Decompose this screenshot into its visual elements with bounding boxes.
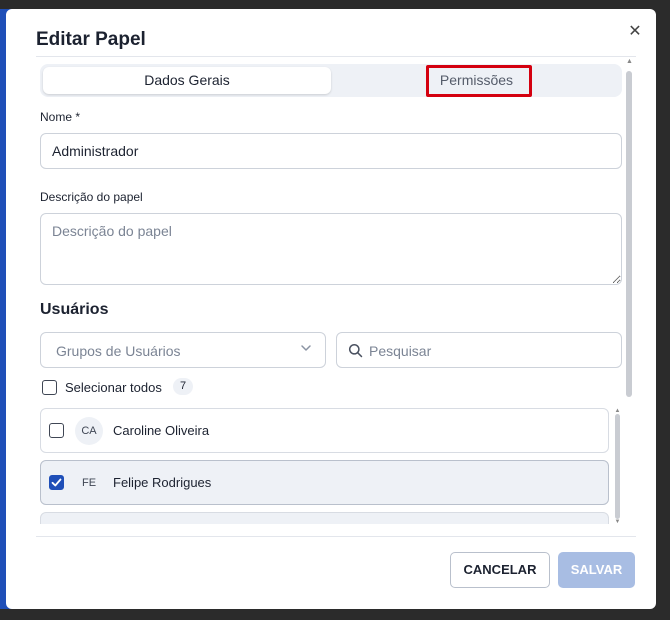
- user-list-scrollbar[interactable]: [615, 414, 620, 519]
- user-list: CA Caroline Oliveira FE Felipe Rodrigues: [40, 408, 610, 524]
- chevron-down-icon: [301, 345, 311, 351]
- description-label: Descrição do papel: [40, 190, 143, 204]
- backdrop: [0, 0, 670, 9]
- user-count-badge: 7: [173, 378, 193, 395]
- close-icon[interactable]: ✕: [626, 23, 644, 41]
- name-input[interactable]: [40, 133, 622, 169]
- select-all-label: Selecionar todos: [65, 380, 162, 395]
- avatar: FE: [81, 477, 97, 489]
- title-divider: [36, 56, 636, 57]
- user-groups-select-value: Grupos de Usuários: [56, 343, 181, 359]
- user-checkbox[interactable]: [49, 423, 64, 438]
- description-textarea[interactable]: [40, 213, 622, 285]
- avatar: [75, 521, 103, 524]
- tab-bar: Dados Gerais Permissões: [40, 64, 622, 97]
- user-name: Felipe Rodrigues: [113, 475, 212, 490]
- users-section-title: Usuários: [40, 301, 109, 318]
- list-item[interactable]: [40, 512, 609, 524]
- edit-role-dialog: Editar Papel ✕ Dados Gerais Permissões ▲…: [6, 9, 656, 609]
- save-button[interactable]: SALVAR: [558, 552, 635, 588]
- dialog-scrollbar[interactable]: [626, 71, 632, 397]
- tab-permissoes[interactable]: Permissões: [334, 67, 619, 94]
- list-item[interactable]: FE Felipe Rodrigues: [40, 460, 609, 505]
- scroll-up-arrow-icon[interactable]: ▲: [626, 58, 633, 65]
- user-search-input[interactable]: [369, 340, 609, 362]
- dialog-title: Editar Papel: [36, 29, 146, 50]
- user-search-box: [336, 332, 622, 368]
- check-icon: [51, 478, 62, 487]
- cancel-button[interactable]: CANCELAR: [450, 552, 550, 588]
- user-checkbox[interactable]: [49, 475, 64, 490]
- list-item[interactable]: CA Caroline Oliveira: [40, 408, 609, 453]
- tab-dados-gerais[interactable]: Dados Gerais: [43, 67, 331, 94]
- user-name: Caroline Oliveira: [113, 423, 210, 438]
- name-label: Nome *: [40, 110, 81, 124]
- search-icon: [348, 343, 363, 358]
- avatar: CA: [75, 417, 103, 445]
- list-scroll-down-icon[interactable]: ▼: [614, 519, 621, 525]
- user-groups-select[interactable]: Grupos de Usuários: [40, 332, 326, 368]
- footer-divider: [36, 536, 636, 537]
- select-all-checkbox[interactable]: [42, 380, 57, 395]
